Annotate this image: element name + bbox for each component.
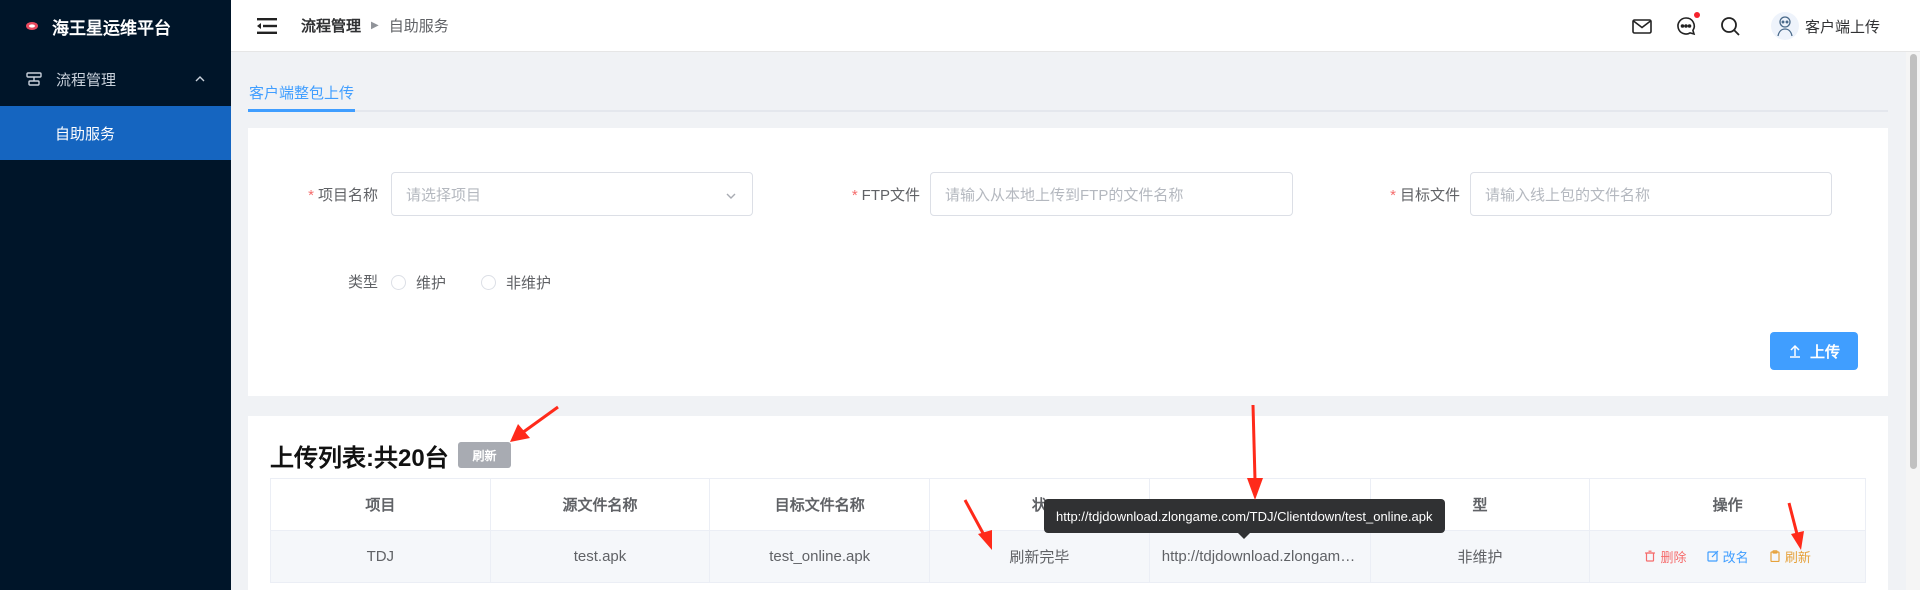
refresh-row-label: 刷新: [1784, 549, 1811, 565]
target-file-input[interactable]: 请输入线上包的文件名称: [1470, 172, 1832, 216]
cell-target-file: test_online.apk: [709, 530, 931, 583]
sidebar: 海王星运维平台 流程管理 自助服务: [0, 0, 231, 590]
upload-button-label: 上传: [1809, 343, 1840, 361]
breadcrumb-separator-icon: ▶: [371, 20, 379, 31]
process-icon: [24, 69, 44, 89]
list-title: 上传列表:共20台: [270, 445, 449, 472]
ftp-label: * FTP文件: [851, 187, 920, 204]
sidebar-group-label: 流程管理: [56, 71, 117, 89]
brand[interactable]: 海王星运维平台: [0, 0, 231, 52]
cell-status: 刷新完毕: [929, 530, 1150, 583]
brand-name: 海王星运维平台: [52, 18, 171, 38]
radio-circle: [481, 275, 496, 290]
radio-label: 非维护: [506, 275, 552, 292]
header-actions: 客户端上传: [1609, 0, 1880, 52]
upload-form: * 项目名称 请选择项目 * FTP文件 请输入从本地上传到FTP的文件名称 * 目标…: [248, 128, 1888, 396]
delete-label: 删除: [1660, 549, 1687, 565]
upload-icon: [1789, 344, 1800, 358]
project-label: * 项目名称: [308, 187, 378, 204]
top-header: 流程管理 ▶ 自助服务 客户端上传: [231, 0, 1920, 52]
rename-button[interactable]: 改名: [1707, 547, 1749, 566]
breadcrumb: 流程管理 ▶ 自助服务: [301, 15, 449, 36]
mail-icon[interactable]: [1631, 15, 1653, 37]
col-source-file: 源文件名称: [489, 478, 711, 531]
radio-maintenance[interactable]: 维护: [391, 272, 446, 293]
radio-label: 维护: [416, 275, 447, 292]
refresh-row-button[interactable]: 刷新: [1769, 547, 1811, 566]
tab-bar: 客户端整包上传: [248, 72, 1888, 112]
avatar[interactable]: [1770, 12, 1799, 40]
upload-button[interactable]: 上传: [1770, 332, 1858, 370]
delete-button[interactable]: 删除: [1644, 547, 1687, 566]
ftp-placeholder: 请输入从本地上传到FTP的文件名称: [945, 186, 1184, 204]
trash-icon: [1645, 550, 1656, 562]
col-actions: 操作: [1589, 478, 1866, 531]
target-label: * 目标文件: [1390, 187, 1460, 204]
chevron-down-icon: [724, 189, 738, 203]
notification-dot: [1693, 12, 1700, 18]
project-select[interactable]: 请选择项目: [391, 172, 753, 216]
type-label: 类型: [347, 274, 378, 291]
page-scrollbar[interactable]: [1906, 52, 1920, 590]
table-row: TDJ test.apk test_online.apk 刷新完毕 http:/…: [270, 530, 1866, 583]
cell-type: 非维护: [1369, 530, 1591, 583]
cell-url[interactable]: http://tdjdownload.zlongame.com/TDJ/Clie…: [1148, 530, 1371, 583]
target-placeholder: 请输入线上包的文件名称: [1485, 186, 1651, 204]
username[interactable]: 客户端上传: [1805, 16, 1880, 37]
refresh-list-button[interactable]: 刷新: [458, 442, 511, 468]
col-target-file: 目标文件名称: [709, 478, 931, 531]
col-project: 项目: [270, 478, 491, 531]
radio-circle: [391, 275, 406, 290]
clipboard-icon: [1770, 550, 1780, 563]
url-tooltip: http://tdjdownload.zlongame.com/TDJ/Clie…: [1044, 499, 1445, 539]
chat-icon[interactable]: [1675, 12, 1700, 37]
search-icon[interactable]: [1719, 15, 1741, 37]
rename-label: 改名: [1722, 549, 1749, 565]
sidebar-item-label: 自助服务: [55, 125, 116, 143]
chevron-up-icon: [193, 72, 207, 86]
tab-client-package-upload[interactable]: 客户端整包上传: [248, 72, 355, 112]
sidebar-group-process[interactable]: 流程管理: [0, 52, 231, 106]
menu-toggle-icon[interactable]: [255, 14, 279, 38]
sidebar-item-self-service[interactable]: 自助服务: [0, 106, 231, 160]
cell-project: TDJ: [270, 530, 491, 583]
cell-actions: 删除 改名 刷新: [1589, 530, 1866, 583]
radio-non-maintenance[interactable]: 非维护: [481, 272, 551, 293]
brand-logo-icon: [24, 18, 40, 34]
edit-icon: [1707, 550, 1719, 562]
project-placeholder: 请选择项目: [406, 186, 482, 204]
scrollbar-thumb[interactable]: [1910, 54, 1917, 469]
breadcrumb-self-service: 自助服务: [388, 18, 449, 35]
cell-source-file: test.apk: [489, 530, 711, 583]
ftp-file-input[interactable]: 请输入从本地上传到FTP的文件名称: [930, 172, 1293, 216]
breadcrumb-process[interactable]: 流程管理: [301, 15, 361, 36]
